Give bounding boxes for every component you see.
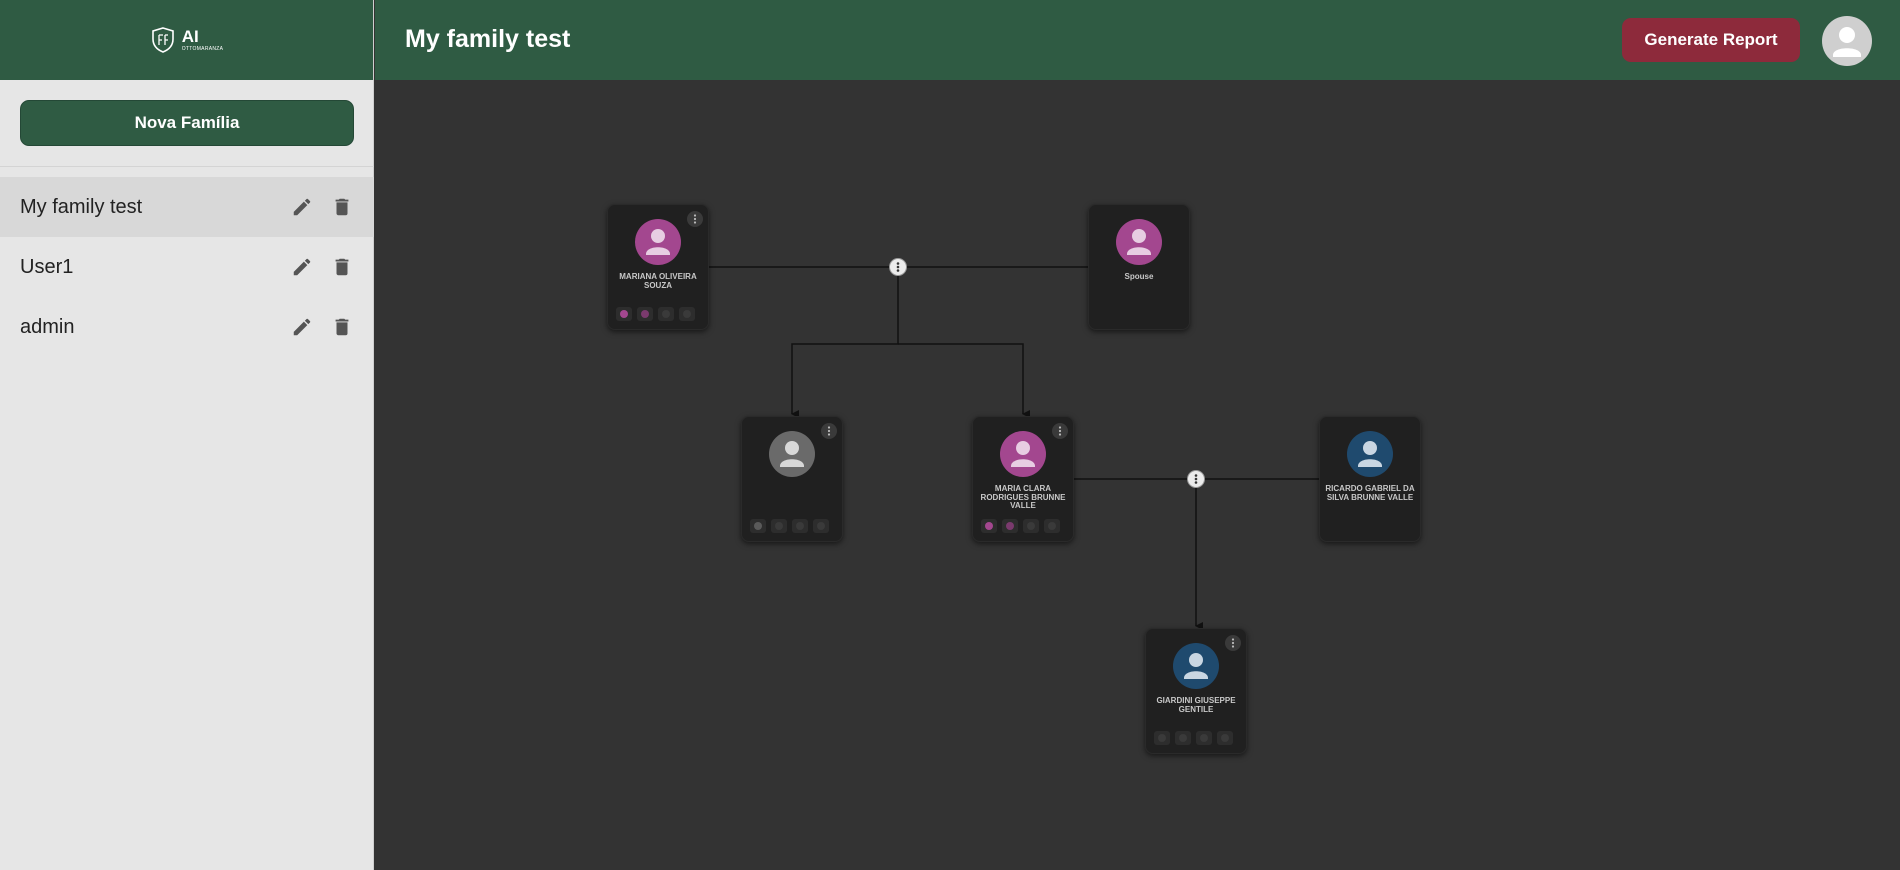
person-icon (1116, 219, 1162, 265)
person-card-ricardo[interactable]: RICARDO GABRIEL DA SILVA BRUNNE VALLE (1319, 416, 1421, 542)
card-toolbar (1154, 731, 1233, 745)
gender-dot-icon[interactable] (1002, 519, 1018, 533)
tree-connections (709, 266, 1319, 630)
user-avatar-icon[interactable] (1822, 16, 1872, 66)
sidebar-logo-area: AI OTTOMARANZA (0, 0, 373, 80)
person-name: MARIA CLARA RODRIGUES BRUNNE VALLE (980, 484, 1066, 510)
trash-icon[interactable] (330, 315, 354, 339)
more-vertical-icon[interactable] (687, 211, 703, 227)
card-toolbar (750, 519, 829, 533)
family-item-name: My family test (20, 195, 143, 218)
family-tree-canvas[interactable]: MARIANA OLIVEIRA SOUZA Spouse MARIA CLAR… (375, 80, 1900, 870)
person-card-unknown[interactable] (741, 416, 843, 542)
gender-dot-icon[interactable] (637, 307, 653, 321)
gender-dot-icon[interactable] (1175, 731, 1191, 745)
person-tool-icon[interactable] (750, 519, 766, 533)
shield-logo-icon (151, 27, 174, 53)
person-card-spouse[interactable]: Spouse (1088, 204, 1190, 330)
edit-icon[interactable] (290, 195, 314, 219)
more-vertical-icon[interactable] (1052, 423, 1068, 439)
person-icon (769, 431, 815, 477)
trash-icon[interactable] (330, 255, 354, 279)
trash-icon[interactable] (330, 195, 354, 219)
edit-icon[interactable] (290, 255, 314, 279)
add-icon[interactable] (1196, 731, 1212, 745)
more-vertical-icon[interactable] (1225, 635, 1241, 651)
person-name: MARIANA OLIVEIRA SOUZA (619, 272, 697, 290)
person-tool-icon[interactable] (616, 307, 632, 321)
edit-icon[interactable] (290, 315, 314, 339)
expand-icon[interactable] (679, 307, 695, 321)
gender-dot-icon[interactable] (771, 519, 787, 533)
union-menu-dot[interactable] (1187, 470, 1205, 488)
family-item-name: User1 (20, 255, 74, 278)
expand-icon[interactable] (1044, 519, 1060, 533)
logo-text: AI OTTOMARANZA (182, 28, 224, 52)
add-icon[interactable] (792, 519, 808, 533)
generate-report-button[interactable]: Generate Report (1622, 18, 1800, 62)
person-icon (635, 219, 681, 265)
top-header: My family test Generate Report (375, 0, 1900, 80)
add-icon[interactable] (658, 307, 674, 321)
page-title: My family test (405, 25, 571, 53)
person-tool-icon[interactable] (1154, 731, 1170, 745)
new-family-button[interactable]: Nova Família (20, 100, 354, 146)
union-menu-dot[interactable] (889, 258, 907, 276)
sidebar-divider (0, 166, 374, 167)
person-name: Spouse (1124, 272, 1154, 281)
card-toolbar (981, 519, 1060, 533)
family-item-user1[interactable]: User1 (0, 237, 374, 297)
more-vertical-icon[interactable] (821, 423, 837, 439)
family-list: My family test User1 admin (0, 177, 374, 357)
person-card-giardini[interactable]: GIARDINI GIUSEPPE GENTILE (1145, 628, 1247, 754)
logo-sub-text: OTTOMARANZA (181, 46, 224, 52)
card-toolbar (616, 307, 695, 321)
family-item-name: admin (20, 315, 75, 338)
expand-icon[interactable] (1217, 731, 1233, 745)
person-icon (1000, 431, 1046, 477)
expand-icon[interactable] (813, 519, 829, 533)
person-card-mariana[interactable]: MARIANA OLIVEIRA SOUZA (607, 204, 709, 330)
person-icon (1347, 431, 1393, 477)
person-icon (1173, 643, 1219, 689)
logo-main-text: AI (181, 27, 199, 46)
person-card-maria-clara[interactable]: MARIA CLARA RODRIGUES BRUNNE VALLE (972, 416, 1074, 542)
person-tool-icon[interactable] (981, 519, 997, 533)
family-item-admin[interactable]: admin (0, 297, 374, 357)
sidebar: AI OTTOMARANZA Nova Família My family te… (0, 0, 374, 870)
person-name: RICARDO GABRIEL DA SILVA BRUNNE VALLE (1325, 484, 1415, 502)
family-item-my-family-test[interactable]: My family test (0, 177, 374, 237)
add-icon[interactable] (1023, 519, 1039, 533)
person-name: GIARDINI GIUSEPPE GENTILE (1156, 696, 1236, 714)
